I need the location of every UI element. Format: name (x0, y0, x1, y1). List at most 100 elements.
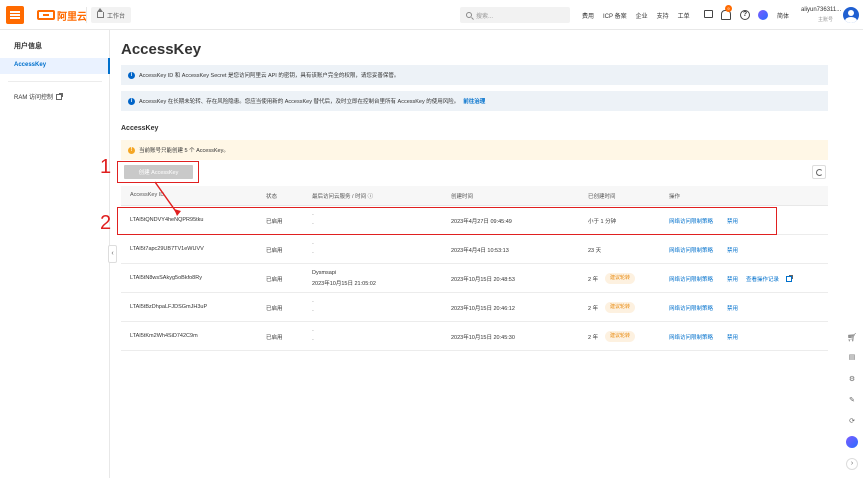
sidebar-collapse-button[interactable]: ‹ (108, 245, 117, 263)
last-access-time: 2023年10月15日 21:05:02 (312, 281, 376, 287)
settings-icon[interactable]: ⚙︎ (846, 374, 858, 386)
last-access-service: - (312, 299, 314, 305)
assistant-icon[interactable] (846, 436, 858, 448)
warning-icon: ! (128, 146, 135, 154)
sidebar-item-ram[interactable]: RAM 访问控制 (14, 92, 64, 101)
govern-link[interactable]: 前往治理 (463, 97, 485, 105)
column-header: 状态 (266, 194, 278, 200)
table-header: AccessKey ID 状态 最后访问云服务 / 时间 ⓘ 创建时间 已创建时… (121, 186, 828, 206)
network-policy-link[interactable]: 网络访问限制策略 (669, 304, 713, 312)
edit-icon[interactable]: ✎ (846, 395, 858, 407)
nav-ticket[interactable]: 工单 (678, 11, 690, 20)
status: 已启用 (266, 277, 283, 283)
network-policy-link[interactable]: 网络访问限制策略 (669, 275, 713, 283)
created-time: 2023年10月15日 20:45:30 (451, 335, 515, 341)
search-input[interactable]: 搜索... (460, 7, 570, 23)
cart-icon[interactable]: 🛒︎ (846, 332, 858, 344)
top-nav-links: 费用 ICP 备案 企业 支持 工单 (582, 0, 699, 30)
table-row: LTAI5tKm2Wh4SiD742C9m 已启用 - - 2023年10月15… (121, 322, 828, 351)
last-access-service: - (312, 328, 314, 334)
annotation-box-new-key-row (117, 207, 777, 235)
document-icon[interactable]: ▤ (846, 352, 858, 364)
network-policy-link[interactable]: 网络访问限制策略 (669, 333, 713, 341)
sidebar-item-accesskey[interactable]: AccessKey (0, 58, 110, 74)
notice-text: AccessKey 在长期未轮转、存在风险隐患。您应当使用新的 AccessKe… (139, 99, 460, 105)
nav-enterprise[interactable]: 企业 (636, 11, 648, 20)
refresh-icon[interactable] (812, 165, 826, 179)
planet-icon[interactable] (758, 10, 768, 20)
annotation-arrow (154, 181, 181, 216)
external-link-icon (56, 92, 64, 100)
disable-link[interactable]: 禁用 (727, 246, 738, 254)
operation-log-link[interactable]: 查看操作记录 (746, 275, 779, 283)
accesskey-id: LTAI5tKm2Wh4SiD742C9m (130, 333, 198, 339)
search-icon (466, 12, 472, 18)
aliyun-logo[interactable]: 阿里云 (37, 9, 87, 23)
info-icon: i (128, 71, 135, 79)
accesskey-id: LTAI5tBzDhpaLFJDSGmJH3uP (130, 304, 208, 310)
warning-notice: ! 当前账号只能创建 5 个 AccessKey。 (121, 140, 828, 160)
divider (8, 81, 102, 82)
annotation-number-1: 1 (100, 156, 112, 178)
menu-icon[interactable] (6, 6, 24, 24)
brand-name: 阿里云 (57, 11, 87, 23)
section-title: AccessKey (121, 125, 159, 132)
nav-support[interactable]: 支持 (657, 11, 669, 20)
rotate-suggest-badge: 建议轮转 (605, 273, 636, 284)
status: 已启用 (266, 306, 283, 312)
sidebar-title: 用户信息 (14, 43, 42, 50)
last-access-time: - (312, 308, 314, 314)
nav-icp[interactable]: ICP 备案 (603, 11, 627, 20)
column-header: 创建时间 (451, 194, 474, 200)
sync-icon[interactable]: ⟳ (846, 416, 858, 428)
external-link-icon (786, 275, 793, 282)
aliyun-logo-mark (37, 10, 55, 20)
disable-link[interactable]: 禁用 (727, 304, 738, 312)
expand-icon[interactable]: › (846, 458, 858, 470)
column-header: 最后访问云服务 / 时间 ⓘ (312, 194, 374, 200)
network-policy-link[interactable]: 网络访问限制策略 (669, 246, 713, 254)
created-age: 2 年 (588, 277, 599, 283)
language-switch[interactable]: 简体 (777, 0, 798, 30)
sidebar-item-label: RAM 访问控制 (14, 95, 54, 101)
last-access-service: Dysmsapi (312, 270, 337, 276)
info-icon: i (128, 97, 135, 105)
sidebar: 用户信息 AccessKey RAM 访问控制 (0, 30, 110, 478)
notification-badge: 9 (725, 5, 732, 12)
table-row: LTAI5t7apc29UB7TV1eWUVV 已启用 - - 2023年4月4… (121, 235, 828, 264)
risk-notice: i AccessKey 在长期未轮转、存在风险隐患。您应当使用新的 Access… (121, 91, 828, 111)
table-row: LTAI5tN8wsSAkyg5oBkfo8Ry 已启用 Dysmsapi 20… (121, 264, 828, 293)
rotate-suggest-badge: 建议轮转 (605, 302, 636, 313)
workbench-label: 工作台 (107, 13, 126, 20)
avatar[interactable] (843, 7, 859, 23)
user-name[interactable]: aliyun736311... (801, 7, 841, 13)
created-time: 2023年4月4日 10:53:13 (451, 248, 509, 254)
created-time: 2023年10月15日 20:46:12 (451, 306, 515, 312)
created-age: 2 年 (588, 306, 599, 312)
message-icon[interactable] (704, 10, 713, 18)
last-access-time: - (312, 250, 314, 256)
disable-link[interactable]: 禁用 (727, 275, 738, 283)
page-title: AccessKey (121, 41, 202, 58)
last-access-service: - (312, 241, 314, 247)
accesskey-id: LTAI5t7apc29UB7TV1eWUVV (130, 246, 204, 252)
last-access-time: - (312, 337, 314, 343)
language-label: 简体 (777, 13, 790, 20)
home-icon (97, 8, 104, 18)
disable-link[interactable]: 禁用 (727, 333, 738, 341)
created-time: 2023年10月15日 20:48:53 (451, 277, 515, 283)
created-age: 2 年 (588, 335, 599, 341)
created-age: 23 天 (588, 248, 602, 254)
column-header: 操作 (669, 194, 681, 200)
top-navigation-bar: 阿里云 工作台 搜索... 费用 ICP 备案 企业 支持 工单 9 ? 简体 … (0, 0, 863, 30)
help-icon[interactable]: ? (740, 10, 750, 20)
table-row: LTAI5tBzDhpaLFJDSGmJH3uP 已启用 - - 2023年10… (121, 293, 828, 322)
notice-text: AccessKey ID 和 AccessKey Secret 是您访问阿里云 … (139, 73, 400, 79)
rotate-suggest-badge: 建议轮转 (605, 331, 636, 342)
nav-fees[interactable]: 费用 (582, 11, 594, 20)
active-indicator (108, 58, 110, 74)
status: 已启用 (266, 248, 283, 254)
accesskey-id: LTAI5tN8wsSAkyg5oBkfo8Ry (130, 275, 202, 281)
workbench-button[interactable]: 工作台 (91, 7, 132, 23)
info-notice: i AccessKey ID 和 AccessKey Secret 是您访问阿里… (121, 65, 828, 85)
